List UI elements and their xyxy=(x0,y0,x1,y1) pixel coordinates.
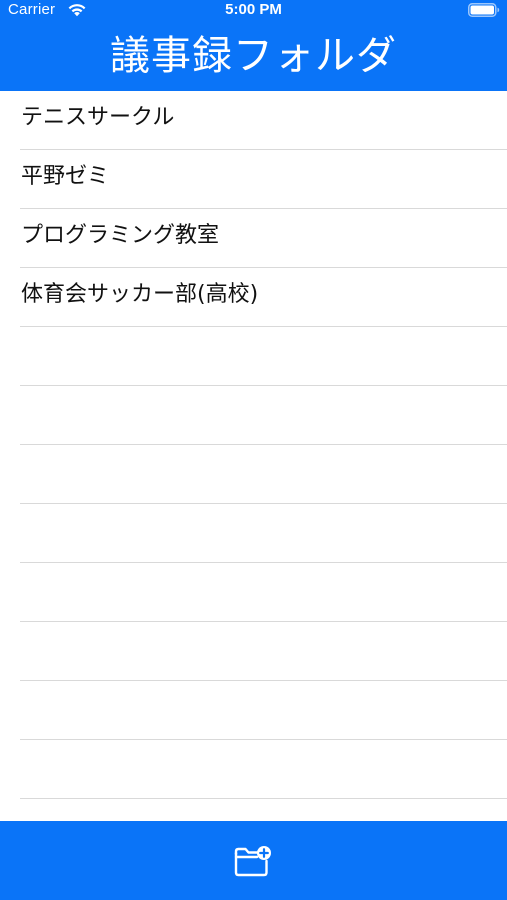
bottom-toolbar xyxy=(0,821,507,900)
list-item[interactable]: テニスサークル xyxy=(0,91,507,150)
status-bar: Carrier 5:00 PM xyxy=(0,0,507,22)
list-item-label: 体育会サッカー部(高校) xyxy=(21,282,259,307)
empty-row xyxy=(0,563,507,622)
empty-row xyxy=(0,740,507,799)
empty-row xyxy=(0,622,507,681)
add-folder-button[interactable] xyxy=(229,841,277,881)
empty-row xyxy=(0,445,507,504)
list-item-label: 平野ゼミ xyxy=(21,164,110,189)
header: Carrier 5:00 PM 議事録フォルダ xyxy=(0,0,507,91)
empty-row xyxy=(0,327,507,386)
folder-list: テニスサークル 平野ゼミ プログラミング教室 体育会サッカー部(高校) xyxy=(0,91,507,821)
list-item-label: プログラミング教室 xyxy=(21,223,220,248)
screen: Carrier 5:00 PM 議事録フォルダ テニスサークル 平野ゼミ プログ… xyxy=(0,0,507,900)
empty-row xyxy=(0,504,507,563)
list-item[interactable]: プログラミング教室 xyxy=(0,209,507,268)
status-time: 5:00 PM xyxy=(225,1,282,18)
battery-icon xyxy=(468,3,500,17)
page-title: 議事録フォルダ xyxy=(110,33,397,79)
folder-plus-icon xyxy=(234,846,271,877)
empty-row xyxy=(0,681,507,740)
empty-row xyxy=(0,386,507,445)
list-item[interactable]: 平野ゼミ xyxy=(0,150,507,209)
list-item[interactable]: 体育会サッカー部(高校) xyxy=(0,268,507,327)
list-item-label: テニスサークル xyxy=(21,105,175,130)
